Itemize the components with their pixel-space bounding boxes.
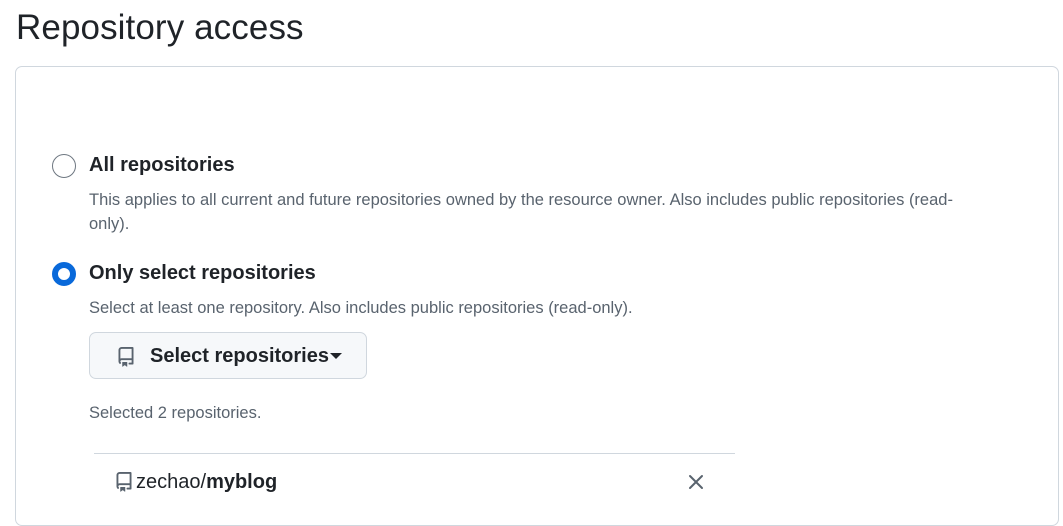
selected-repositories-count: Selected 2 repositories. bbox=[89, 404, 262, 422]
repo-icon bbox=[118, 347, 134, 367]
repo-owner: zechao/ bbox=[136, 471, 207, 493]
radio-all-repositories[interactable] bbox=[52, 154, 76, 178]
select-repositories-label: Select repositories bbox=[150, 345, 329, 367]
radio-only-select-repositories[interactable] bbox=[52, 262, 76, 286]
select-repositories-button[interactable]: Select repositories bbox=[89, 332, 367, 379]
repository-access-panel: All repositories This applies to all cur… bbox=[15, 66, 1059, 526]
option-all-repositories-label[interactable]: All repositories bbox=[89, 154, 235, 177]
option-only-select-repositories-description: Select at least one repository. Also inc… bbox=[89, 299, 633, 317]
option-all-repositories-description: This applies to all current and future r… bbox=[89, 191, 953, 233]
repo-icon bbox=[116, 472, 132, 492]
close-icon[interactable] bbox=[684, 470, 708, 494]
page-title: Repository access bbox=[16, 8, 304, 47]
list-item: zechao/myblog bbox=[94, 454, 735, 514]
caret-down-icon bbox=[330, 353, 342, 359]
selected-repositories-list: zechao/myblog bbox=[94, 453, 735, 514]
repo-name: myblog bbox=[206, 471, 278, 493]
option-only-select-repositories-label[interactable]: Only select repositories bbox=[89, 262, 316, 285]
repo-full-name: zechao/myblog bbox=[136, 471, 277, 494]
